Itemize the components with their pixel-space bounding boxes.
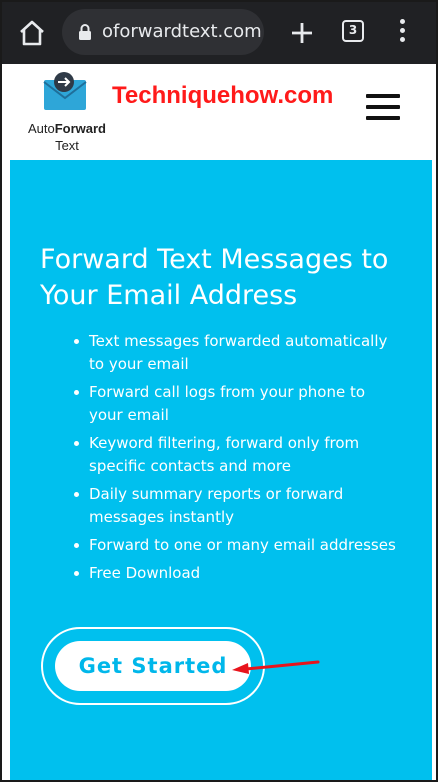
watermark-text: Techniquehow.com — [112, 82, 334, 109]
site-logo[interactable]: AutoForward Text — [20, 70, 114, 156]
get-started-button[interactable]: Get Started — [55, 641, 251, 691]
home-icon[interactable] — [14, 15, 50, 51]
feature-item: Free Download — [52, 562, 402, 585]
tab-switcher-button[interactable]: 3 — [342, 20, 364, 42]
feature-item: Keyword filtering, forward only from spe… — [52, 432, 402, 478]
new-tab-plus-icon[interactable] — [284, 15, 320, 51]
annotation-arrow — [228, 654, 328, 678]
screenshot-frame: oforwardtext.com 3 AutoForward Text Tech… — [0, 0, 438, 782]
address-bar[interactable]: oforwardtext.com — [62, 9, 264, 55]
envelope-arrow-icon — [42, 70, 90, 114]
hero-section: Forward Text Messages to Your Email Addr… — [10, 160, 432, 780]
logo-text: AutoForward Text — [27, 121, 107, 153]
feature-item: Forward call logs from your phone to you… — [52, 381, 402, 427]
overflow-menu-icon[interactable] — [392, 15, 412, 51]
feature-list: Text messages forwarded automatically to… — [52, 330, 402, 590]
hamburger-menu-icon[interactable] — [366, 94, 400, 124]
feature-item: Forward to one or many email addresses — [52, 534, 402, 557]
feature-item: Daily summary reports or forward message… — [52, 483, 402, 529]
url-text: oforwardtext.com — [102, 21, 262, 42]
lock-icon — [78, 23, 92, 41]
hero-title: Forward Text Messages to Your Email Addr… — [40, 244, 389, 311]
site-header: AutoForward Text Techniquehow.com — [10, 64, 432, 160]
browser-toolbar: oforwardtext.com 3 — [2, 2, 436, 64]
feature-item: Text messages forwarded automatically to… — [52, 330, 402, 376]
